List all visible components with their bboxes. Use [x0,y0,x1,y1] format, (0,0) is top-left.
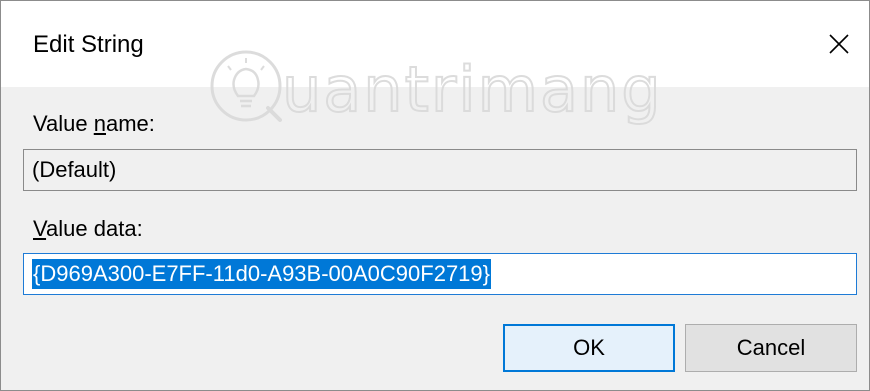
value-name-text: (Default) [32,157,117,182]
close-icon [829,34,849,54]
value-data-input[interactable]: {D969A300-E7FF-11d0-A93B-00A0C90F2719} [23,253,857,295]
ok-button[interactable]: OK [503,324,675,372]
value-data-label: Value data: [33,216,143,241]
value-data-text: {D969A300-E7FF-11d0-A93B-00A0C90F2719} [32,259,492,289]
edit-string-dialog: Edit String uantrimang Value name: (Defa… [0,0,870,391]
dialog-title: Edit String [33,31,144,58]
value-name-field: (Default) [23,149,857,191]
title-bar: Edit String [1,1,869,87]
close-button[interactable] [809,1,869,87]
value-name-label: Value name: [33,111,155,136]
cancel-button[interactable]: Cancel [685,324,857,372]
